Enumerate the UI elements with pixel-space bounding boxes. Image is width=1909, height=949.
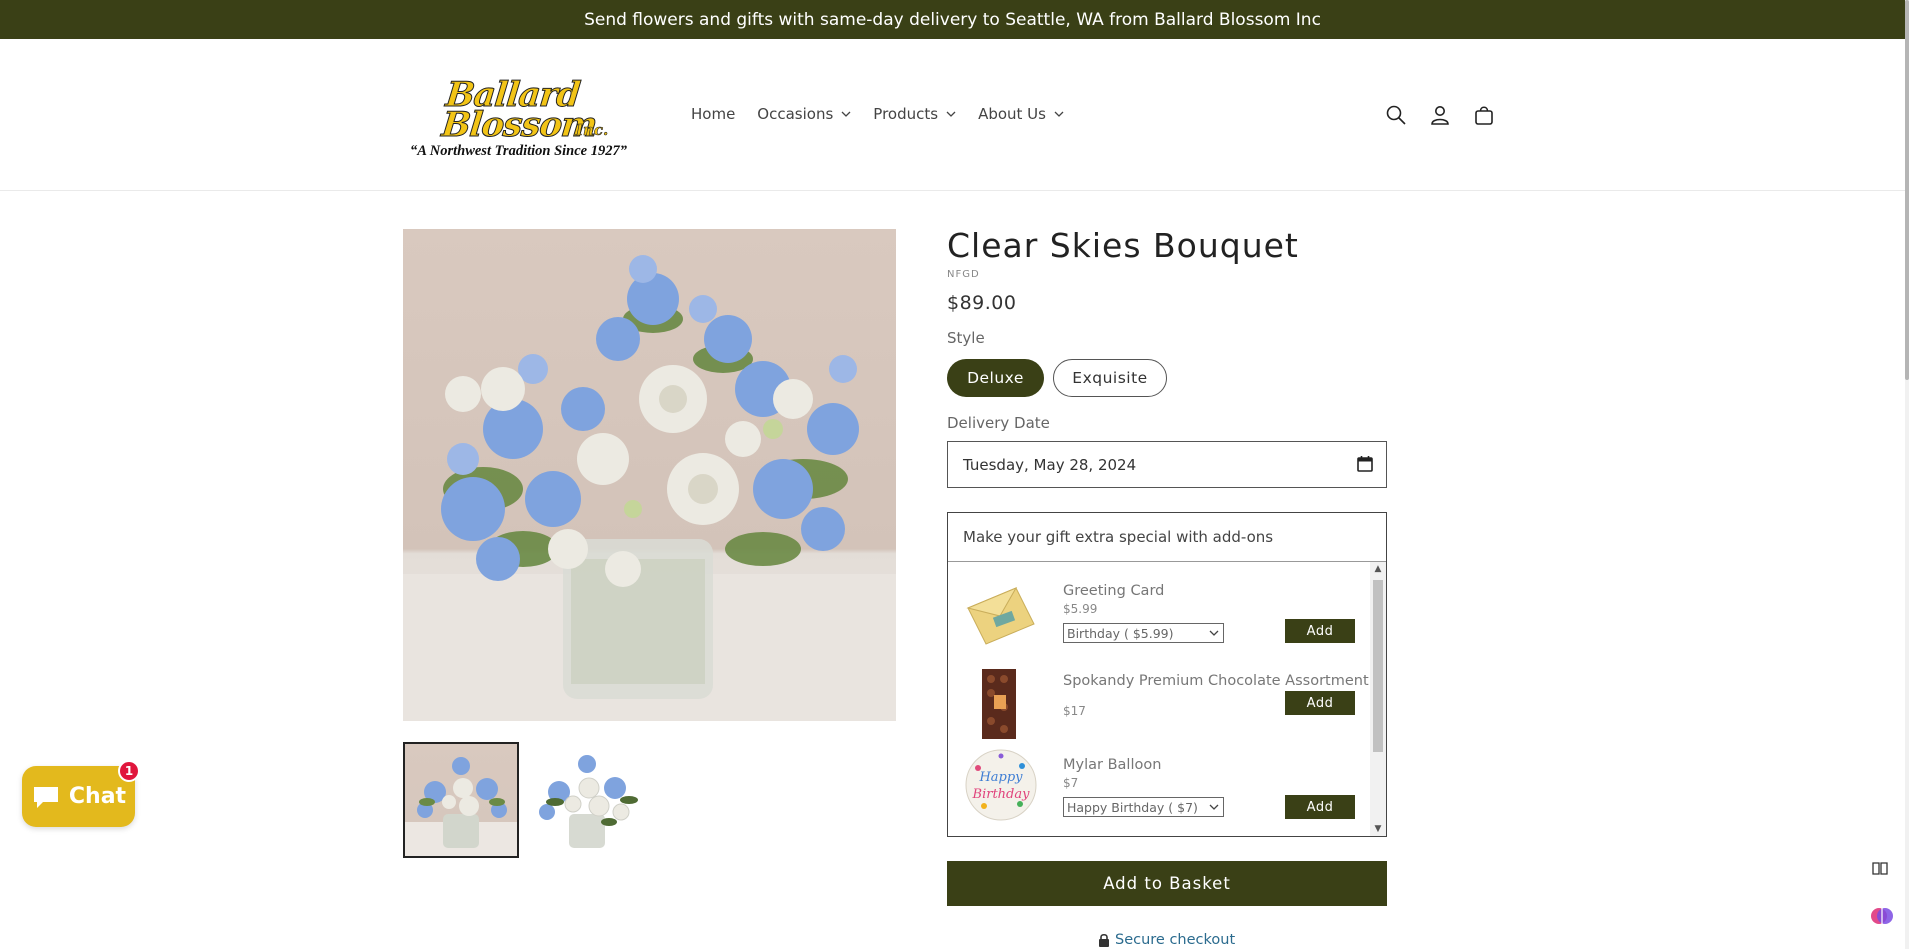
style-option-exquisite[interactable]: Exquisite xyxy=(1053,359,1167,397)
chat-bubble-icon xyxy=(33,786,58,808)
style-option-deluxe[interactable]: Deluxe xyxy=(947,359,1044,397)
secure-checkout-text: Secure checkout xyxy=(1115,932,1236,948)
addons-list[interactable]: Greeting Card $5.99 Birthday ( $5.99) Ad… xyxy=(948,562,1370,837)
header-icons xyxy=(1383,102,1497,128)
addon-option-value: Happy Birthday ( $7) xyxy=(1067,799,1198,815)
addon-name: Spokandy Premium Chocolate Assortment xyxy=(1063,673,1369,689)
chevron-down-icon xyxy=(1209,804,1219,810)
add-to-basket-button[interactable]: Add to Basket xyxy=(947,861,1387,906)
product-sku: NFGD xyxy=(947,269,980,280)
addon-option-select[interactable]: Birthday ( $5.99) xyxy=(1063,623,1224,643)
logo-tagline: “A Northwest Tradition Since 1927” xyxy=(410,143,627,159)
nav-item-label: About Us xyxy=(978,105,1046,123)
reader-mode-icon[interactable] xyxy=(1870,858,1890,878)
announcement-text: Send flowers and gifts with same-day del… xyxy=(584,9,1321,30)
chocolate-box-image xyxy=(982,669,1016,739)
product-main-image[interactable] xyxy=(403,229,896,721)
nav-item-occasions[interactable]: Occasions xyxy=(757,105,851,123)
chevron-down-icon xyxy=(841,111,851,117)
product-thumbnail-1[interactable] xyxy=(403,742,519,858)
nav-item-label: Home xyxy=(691,105,736,123)
chevron-down-icon xyxy=(1054,111,1064,117)
nav-item-home[interactable]: Home xyxy=(691,105,735,123)
nav-item-label: Products xyxy=(873,105,939,123)
main-nav: Home Occasions Products About Us xyxy=(691,105,1086,123)
addon-price: $5.99 xyxy=(1063,602,1098,616)
delivery-date-input[interactable]: Tuesday, May 28, 2024 xyxy=(947,441,1387,488)
chat-notification-badge: 1 xyxy=(118,760,140,782)
chevron-down-icon xyxy=(946,111,956,117)
add-balloon-button[interactable]: Add xyxy=(1285,795,1355,819)
style-label: Style xyxy=(947,329,985,347)
addon-item-mylar-balloon: Happy Birthday Mylar Balloon $7 Happy Bi… xyxy=(948,742,1370,837)
svg-text:Happy: Happy xyxy=(978,770,1023,785)
addons-scrollbar-thumb[interactable] xyxy=(1373,580,1383,752)
nav-item-label: Occasions xyxy=(757,105,834,123)
page-scrollbar-thumb[interactable] xyxy=(1905,0,1909,380)
addon-name: Mylar Balloon xyxy=(1063,757,1162,773)
announcement-bar: Send flowers and gifts with same-day del… xyxy=(0,0,1905,39)
product-thumbnail-2[interactable] xyxy=(529,742,643,856)
addon-name: Greeting Card xyxy=(1063,583,1165,599)
addon-price: $7 xyxy=(1063,776,1079,790)
thumbnail-image xyxy=(539,755,638,848)
nav-item-products[interactable]: Products xyxy=(873,105,956,123)
ai-assistant-icon[interactable] xyxy=(1870,904,1894,928)
calendar-icon[interactable] xyxy=(1356,455,1374,473)
chat-label: Chat xyxy=(68,784,127,809)
search-icon[interactable] xyxy=(1383,102,1409,128)
secure-checkout-link[interactable]: Secure checkout xyxy=(1098,932,1235,948)
thumbnail-image xyxy=(405,757,517,856)
site-header: Ballard Blossom Inc. “A Northwest Tradit… xyxy=(0,39,1905,191)
chevron-down-icon xyxy=(1209,630,1219,636)
product-title: Clear Skies Bouquet xyxy=(947,226,1299,265)
svg-text:Birthday: Birthday xyxy=(972,787,1031,802)
logo-line2: Blossom xyxy=(439,105,599,146)
addons-heading: Make your gift extra special with add-on… xyxy=(948,513,1386,562)
greeting-card-image xyxy=(966,586,1035,645)
scroll-up-arrow[interactable]: ▲ xyxy=(1370,562,1386,576)
logo-inc: Inc. xyxy=(576,121,609,140)
addon-option-value: Birthday ( $5.99) xyxy=(1067,625,1174,641)
cart-icon[interactable] xyxy=(1471,102,1497,128)
add-greeting-card-button[interactable]: Add xyxy=(1285,619,1355,643)
addon-item-greeting-card: Greeting Card $5.99 Birthday ( $5.99) Ad… xyxy=(948,562,1370,657)
addons-scrollbar[interactable]: ▲ ▼ xyxy=(1370,562,1386,836)
lock-icon xyxy=(1099,933,1109,947)
add-chocolate-button[interactable]: Add xyxy=(1285,691,1355,715)
account-icon[interactable] xyxy=(1427,102,1453,128)
scroll-down-arrow[interactable]: ▼ xyxy=(1370,822,1386,836)
addon-item-chocolate: Spokandy Premium Chocolate Assortment $1… xyxy=(948,657,1370,742)
addon-option-select[interactable]: Happy Birthday ( $7) xyxy=(1063,797,1224,817)
bouquet-illustration xyxy=(403,255,896,721)
balloon-image: Happy Birthday xyxy=(965,749,1037,821)
product-price: $89.00 xyxy=(947,292,1017,314)
delivery-date-value: Tuesday, May 28, 2024 xyxy=(963,455,1137,474)
nav-item-about-us[interactable]: About Us xyxy=(978,105,1064,123)
page-scrollbar[interactable] xyxy=(1905,0,1909,949)
addon-price: $17 xyxy=(1063,704,1086,718)
logo[interactable]: Ballard Blossom Inc. “A Northwest Tradit… xyxy=(408,75,648,160)
addons-panel: Make your gift extra special with add-on… xyxy=(947,512,1387,837)
delivery-date-label: Delivery Date xyxy=(947,414,1050,432)
